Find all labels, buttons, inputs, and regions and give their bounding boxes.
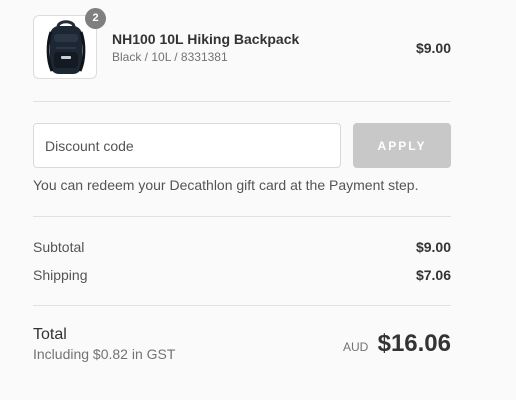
- gift-card-note: You can redeem your Decathlon gift card …: [33, 177, 419, 193]
- product-price: $9.00: [415, 40, 451, 56]
- subtotal-value: $9.00: [415, 239, 451, 255]
- divider: [33, 216, 451, 217]
- tax-note: Including $0.82 in GST: [33, 346, 176, 362]
- quantity-badge: 2: [85, 8, 106, 29]
- divider: [33, 101, 451, 102]
- total-label: Total: [33, 326, 67, 343]
- currency-code: AUD: [343, 340, 369, 354]
- total-amount: $16.06: [377, 330, 451, 357]
- shipping-value: $7.06: [415, 267, 451, 283]
- product-line-item: 2 NH100 10L Hiking Backpack Black / 10L …: [33, 8, 451, 79]
- product-name: NH100 10L Hiking Backpack: [112, 31, 300, 47]
- product-variant: Black / 10L / 8331381: [112, 50, 228, 64]
- discount-code-input[interactable]: [33, 123, 341, 168]
- apply-discount-button[interactable]: APPLY: [353, 123, 451, 168]
- subtotal-label: Subtotal: [33, 239, 85, 255]
- shipping-label: Shipping: [33, 267, 88, 283]
- divider: [33, 305, 451, 306]
- product-thumbnail: 2: [33, 8, 106, 79]
- backpack-icon: [46, 20, 86, 74]
